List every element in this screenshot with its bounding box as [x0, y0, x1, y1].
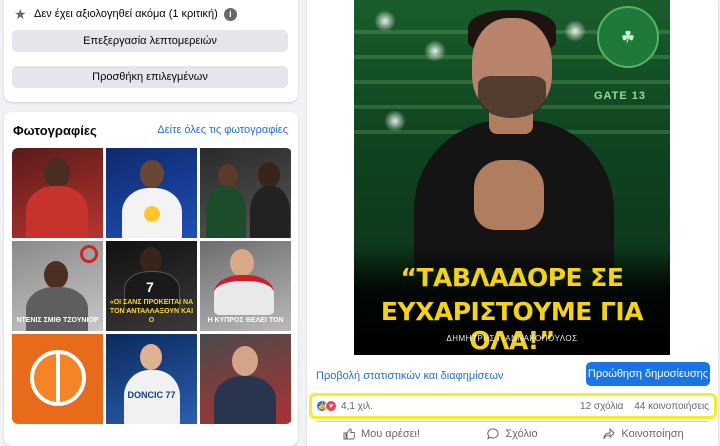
- player-head: [140, 344, 162, 370]
- see-all-photos-link[interactable]: Δείτε όλες τις φωτογραφίες: [157, 124, 288, 136]
- like-button[interactable]: Μου αρέσει!: [316, 423, 447, 445]
- stadium-light: [424, 40, 446, 62]
- jersey-number: 7: [146, 279, 154, 295]
- player-head: [230, 249, 254, 277]
- warriors-logo: [144, 206, 160, 222]
- info-icon[interactable]: i: [223, 7, 237, 21]
- photo-thumbnail[interactable]: [12, 334, 103, 424]
- ball-seam: [56, 352, 60, 404]
- stadium-light: [564, 20, 586, 42]
- like-label: Μου αρέσει!: [360, 428, 421, 440]
- photo-thumbnail[interactable]: [12, 148, 103, 238]
- love-reaction-icon: ♥: [325, 400, 337, 412]
- player-figure: [214, 275, 274, 315]
- photos-card: Φωτογραφίες Δείτε όλες τις φωτογραφίες Ν…: [4, 112, 298, 446]
- star-icon: ★: [14, 6, 27, 22]
- photo-caption: «ΟΙ ΣΑΝΣ ΠΡΟΚΕΙΤΑΙ ΝΑ ΤΟΝ ΑΝΤΑΛΛΑΞΟΥΝ ΚΑ…: [109, 299, 194, 324]
- person-beard: [478, 76, 546, 118]
- photo-thumbnail[interactable]: [200, 148, 291, 238]
- person-figure: [214, 376, 276, 424]
- rating-row: ★ Δεν έχει αξιολογηθεί ακόμα (1 κριτική)…: [14, 7, 237, 21]
- quote-author: ΔΗΜΗΤΡΗΣ ΓΙΑΝΝΑΚΟΠΟΥΛΟΣ: [446, 334, 578, 343]
- person-hands: [474, 160, 544, 230]
- quote-line-2: ΕΥΧΑΡΙΣΤΟΥΜΕ ΓΙΑ ΟΛΑ!”: [380, 297, 644, 355]
- photo-thumbnail[interactable]: [106, 148, 197, 238]
- photo-thumbnail[interactable]: Η ΚΥΠΡΟΣ ΘΕΛΕΙ ΤΟΝ: [200, 241, 291, 331]
- divider: [316, 421, 709, 422]
- add-featured-button[interactable]: Προσθήκη επιλεγμένων: [12, 66, 288, 88]
- comment-label: Σχόλιο: [505, 428, 538, 440]
- stadium-light: [384, 110, 406, 132]
- post-actions: Μου αρέσει! Σχόλιο Κοινοποίηση: [316, 423, 709, 445]
- player-figure: [26, 186, 88, 238]
- player-head: [44, 261, 68, 289]
- boost-post-button[interactable]: Προώθηση δημοσίευσης: [586, 362, 710, 386]
- player-head: [44, 158, 70, 188]
- thumbs-up-icon: [343, 428, 355, 440]
- photo-caption: ΝΤΕΝΙΣ ΣΜΙΘ ΤΖΟΥΝΙΟΡ: [16, 317, 99, 324]
- player-head: [218, 164, 238, 188]
- share-arrow-icon: [603, 428, 616, 440]
- comment-button[interactable]: Σχόλιο: [447, 423, 578, 445]
- rating-text: Δεν έχει αξιολογηθεί ακόμα (1 κριτική): [34, 8, 218, 20]
- comment-bubble-icon: [487, 428, 499, 440]
- gate-sign: GATE 13: [594, 90, 647, 102]
- coach-head: [258, 162, 280, 188]
- about-card: ★ Δεν έχει αξιολογηθεί ακόμα (1 κριτική)…: [4, 0, 298, 102]
- player-head: [140, 160, 164, 188]
- photo-grid: ΝΤΕΝΙΣ ΣΜΙΘ ΤΖΟΥΝΙΟΡ 7 «ΟΙ ΣΑΝΣ ΠΡΟΚΕΙΤΑ…: [12, 148, 292, 424]
- shares-count[interactable]: 44 κοινοποιήσεις: [634, 401, 709, 412]
- photo-caption: DONCIC 77: [127, 390, 176, 400]
- comments-count[interactable]: 12 σχόλια: [580, 401, 623, 412]
- coach-figure: [250, 186, 290, 238]
- post-image[interactable]: GATE 13 ☘ “ΤΑΒΛΑΔΟΡΕ ΣΕ ΕΥΧΑΡΙΣΤΟΥΜΕ ΓΙΑ…: [354, 0, 670, 355]
- player-figure: [206, 186, 246, 238]
- stadium-light: [374, 10, 396, 32]
- quote-line-1: “ΤΑΒΛΑΔΟΡΕ ΣΕ: [400, 263, 624, 292]
- reaction-count: 4,1 χιλ.: [341, 400, 373, 412]
- reactions-summary[interactable]: 👍 ♥ 4,1 χιλ.: [316, 400, 373, 412]
- club-logo: ☘: [597, 6, 659, 68]
- share-button[interactable]: Κοινοποίηση: [578, 423, 709, 445]
- no-sign-icon: [80, 245, 98, 263]
- view-stats-link[interactable]: Προβολή στατιστικών και διαφημίσεων: [316, 370, 503, 382]
- photo-thumbnail[interactable]: 7 «ΟΙ ΣΑΝΣ ΠΡΟΚΕΙΤΑΙ ΝΑ ΤΟΝ ΑΝΤΑΛΛΑΞΟΥΝ …: [106, 241, 197, 331]
- post-card: GATE 13 ☘ “ΤΑΒΛΑΔΟΡΕ ΣΕ ΕΥΧΑΡΙΣΤΟΥΜΕ ΓΙΑ…: [307, 0, 718, 446]
- engagement-counts: 12 σχόλια 44 κοινοποιήσεις: [580, 401, 709, 412]
- person-head: [232, 346, 258, 376]
- edit-details-button[interactable]: Επεξεργασία λεπτομερειών: [12, 30, 288, 52]
- photo-thumbnail[interactable]: [200, 334, 291, 424]
- photo-caption: Η ΚΥΠΡΟΣ ΘΕΛΕΙ ΤΟΝ: [207, 317, 284, 324]
- photo-thumbnail[interactable]: DONCIC 77: [106, 334, 197, 424]
- photo-thumbnail[interactable]: ΝΤΕΝΙΣ ΣΜΙΘ ΤΖΟΥΝΙΟΡ: [12, 241, 103, 331]
- photos-title: Φωτογραφίες: [13, 123, 97, 138]
- share-label: Κοινοποίηση: [621, 428, 684, 440]
- player-head: [140, 247, 162, 273]
